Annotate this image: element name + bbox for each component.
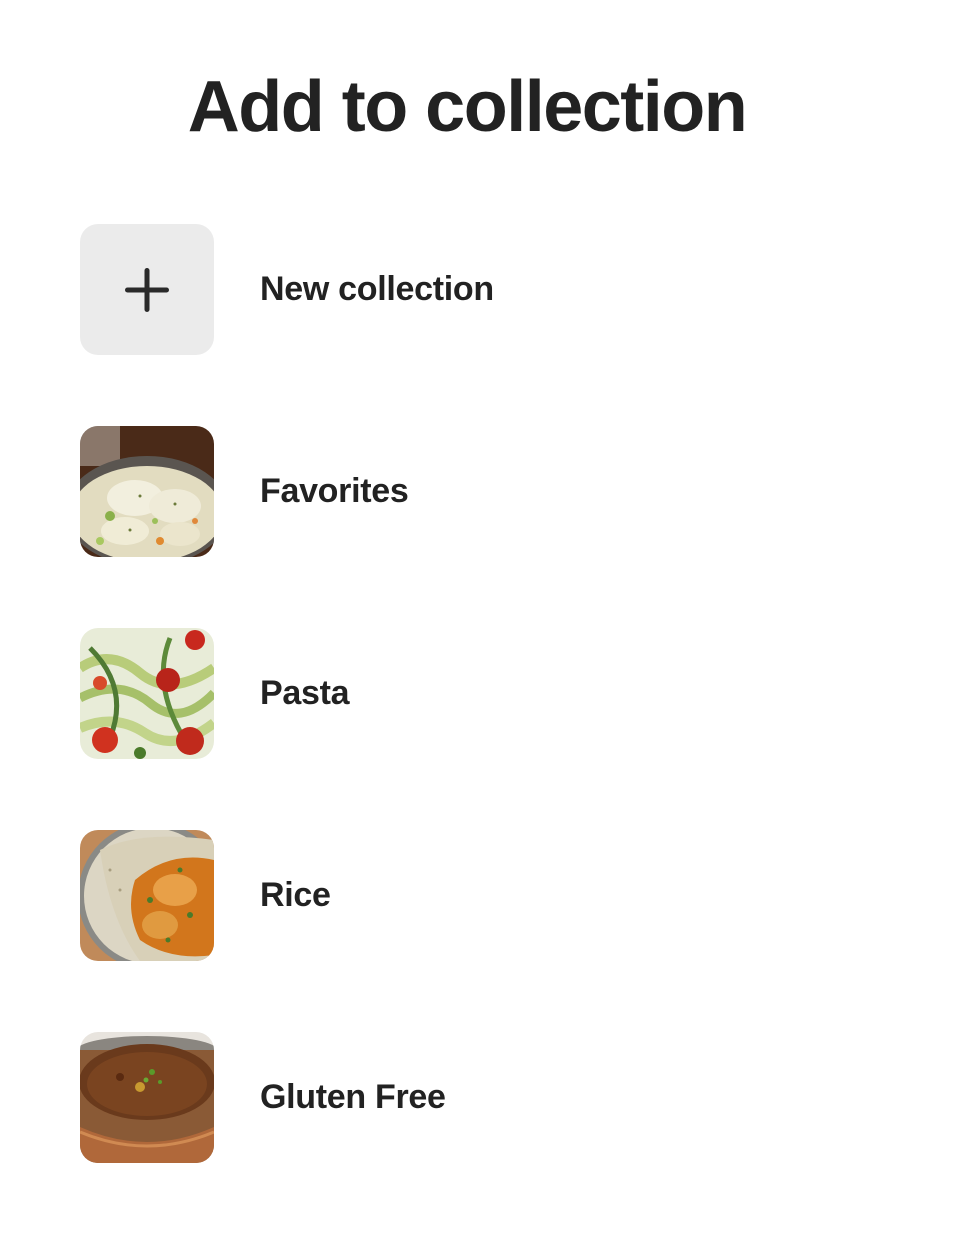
collection-label: Rice: [260, 876, 331, 914]
favorites-thumbnail-image: [80, 426, 214, 557]
plus-icon: [125, 267, 169, 312]
collection-label: Pasta: [260, 674, 350, 712]
rice-thumbnail-image: [80, 830, 214, 961]
new-collection-button[interactable]: New collection: [80, 224, 880, 355]
collection-list: New collection Favorites Pasta Rice Glut…: [80, 224, 880, 1234]
collection-item-rice[interactable]: Rice: [80, 830, 880, 961]
collection-item-favorites[interactable]: Favorites: [80, 426, 880, 557]
collection-item-gluten-free[interactable]: Gluten Free: [80, 1032, 880, 1163]
collection-thumbnail: [80, 830, 214, 961]
gluten-free-thumbnail-image: [80, 1032, 214, 1163]
pasta-thumbnail-image: [80, 628, 214, 759]
page-title: Add to collection: [187, 67, 748, 147]
new-collection-tile[interactable]: [80, 224, 214, 355]
collection-item-pasta[interactable]: Pasta: [80, 628, 880, 759]
collection-thumbnail: [80, 628, 214, 759]
collection-thumbnail: [80, 1032, 214, 1163]
new-collection-label: New collection: [260, 270, 494, 308]
collection-label: Favorites: [260, 472, 409, 510]
collection-thumbnail: [80, 426, 214, 557]
collection-label: Gluten Free: [260, 1078, 446, 1116]
